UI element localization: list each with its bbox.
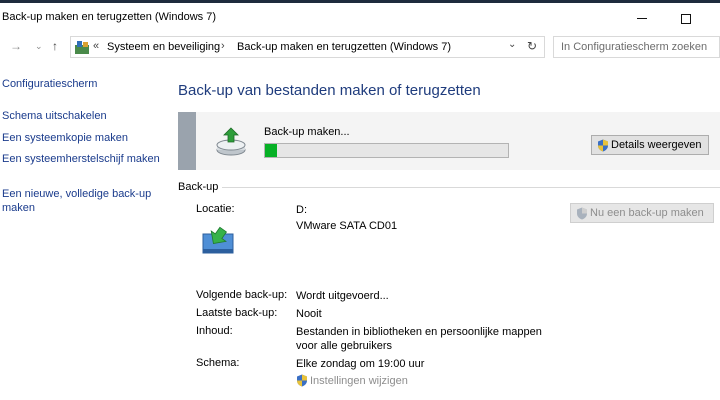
up-arrow-icon[interactable]: ↑ bbox=[52, 39, 58, 53]
backup-in-progress-icon bbox=[216, 127, 246, 156]
backup-section-heading: Back-up bbox=[178, 181, 219, 193]
create-system-image-link[interactable]: Een systeemkopie maken bbox=[2, 131, 162, 145]
search-box[interactable] bbox=[553, 36, 720, 58]
breadcrumb-system-security[interactable]: Systeem en beveiliging bbox=[107, 41, 220, 53]
address-dropdown-icon[interactable]: ⌄ bbox=[508, 39, 516, 50]
minimize-button[interactable] bbox=[622, 6, 662, 30]
refresh-icon[interactable]: ↻ bbox=[527, 39, 537, 53]
last-backup-label: Laatste back-up: bbox=[196, 307, 278, 319]
uac-shield-icon bbox=[598, 139, 608, 151]
change-settings-label: Instellingen wijzigen bbox=[310, 374, 408, 387]
backup-status-text: Back-up maken... bbox=[264, 126, 350, 138]
backup-progress-fill bbox=[265, 144, 278, 157]
view-details-label: Details weergeven bbox=[611, 139, 702, 151]
window-title: Back-up maken en terugzetten (Windows 7) bbox=[2, 11, 216, 23]
change-settings-link[interactable]: Instellingen wijzigen bbox=[296, 374, 408, 387]
navigation-bar: → ⌄ ↑ « Systeem en beveiliging › Back-up… bbox=[0, 31, 720, 63]
maximize-button[interactable] bbox=[666, 6, 706, 30]
uac-shield-disabled-icon bbox=[577, 207, 587, 219]
control-panel-home-link[interactable]: Configuratiescherm bbox=[2, 77, 162, 91]
panel-side-stripe bbox=[178, 112, 196, 170]
location-drive: D: bbox=[296, 204, 307, 216]
recent-pages-chevron-icon[interactable]: ⌄ bbox=[35, 41, 43, 52]
uac-shield-icon bbox=[297, 374, 307, 387]
contents-value: Bestanden in bibliotheken en persoonlijk… bbox=[296, 326, 542, 352]
next-backup-label: Volgende back-up: bbox=[196, 289, 288, 301]
maximize-icon bbox=[681, 13, 691, 24]
breadcrumb-overflow-icon[interactable]: « bbox=[93, 40, 99, 52]
schedule-value: Elke zondag om 19:00 uur bbox=[296, 358, 425, 370]
location-device: VMware SATA CD01 bbox=[296, 220, 398, 232]
search-input[interactable] bbox=[554, 37, 719, 57]
next-backup-value: Wordt uitgevoerd... bbox=[296, 290, 389, 302]
backup-progress-bar bbox=[264, 143, 509, 158]
back-arrow-icon[interactable]: → bbox=[10, 39, 22, 53]
control-panel-icon bbox=[75, 41, 89, 54]
section-divider bbox=[222, 187, 720, 188]
breadcrumb-separator-icon[interactable]: › bbox=[221, 40, 225, 52]
breadcrumb-backup-restore[interactable]: Back-up maken en terugzetten (Windows 7) bbox=[237, 41, 451, 53]
create-repair-disc-link[interactable]: Een systeemherstelschijf maken bbox=[2, 152, 162, 166]
disable-schedule-link[interactable]: Schema uitschakelen bbox=[2, 109, 162, 123]
create-full-backup-link[interactable]: Een nieuwe, volledige back-up maken bbox=[2, 187, 162, 215]
minimize-icon bbox=[637, 18, 647, 20]
backup-now-button[interactable]: Nu een back-up maken bbox=[570, 203, 714, 223]
contents-label: Inhoud: bbox=[196, 325, 233, 337]
location-label: Locatie: bbox=[196, 203, 235, 215]
view-details-button[interactable]: Details weergeven bbox=[591, 135, 709, 155]
backup-drive-icon bbox=[202, 226, 234, 254]
last-backup-value: Nooit bbox=[296, 308, 322, 320]
page-title: Back-up van bestanden maken of terugzett… bbox=[178, 82, 481, 99]
backup-now-label: Nu een back-up maken bbox=[590, 207, 704, 219]
title-bar: Back-up maken en terugzetten (Windows 7) bbox=[0, 3, 720, 31]
task-pane: Configuratiescherm Schema uitschakelen E… bbox=[0, 63, 165, 400]
schedule-label: Schema: bbox=[196, 357, 240, 369]
address-bar[interactable]: « Systeem en beveiliging › Back-up maken… bbox=[70, 36, 545, 58]
